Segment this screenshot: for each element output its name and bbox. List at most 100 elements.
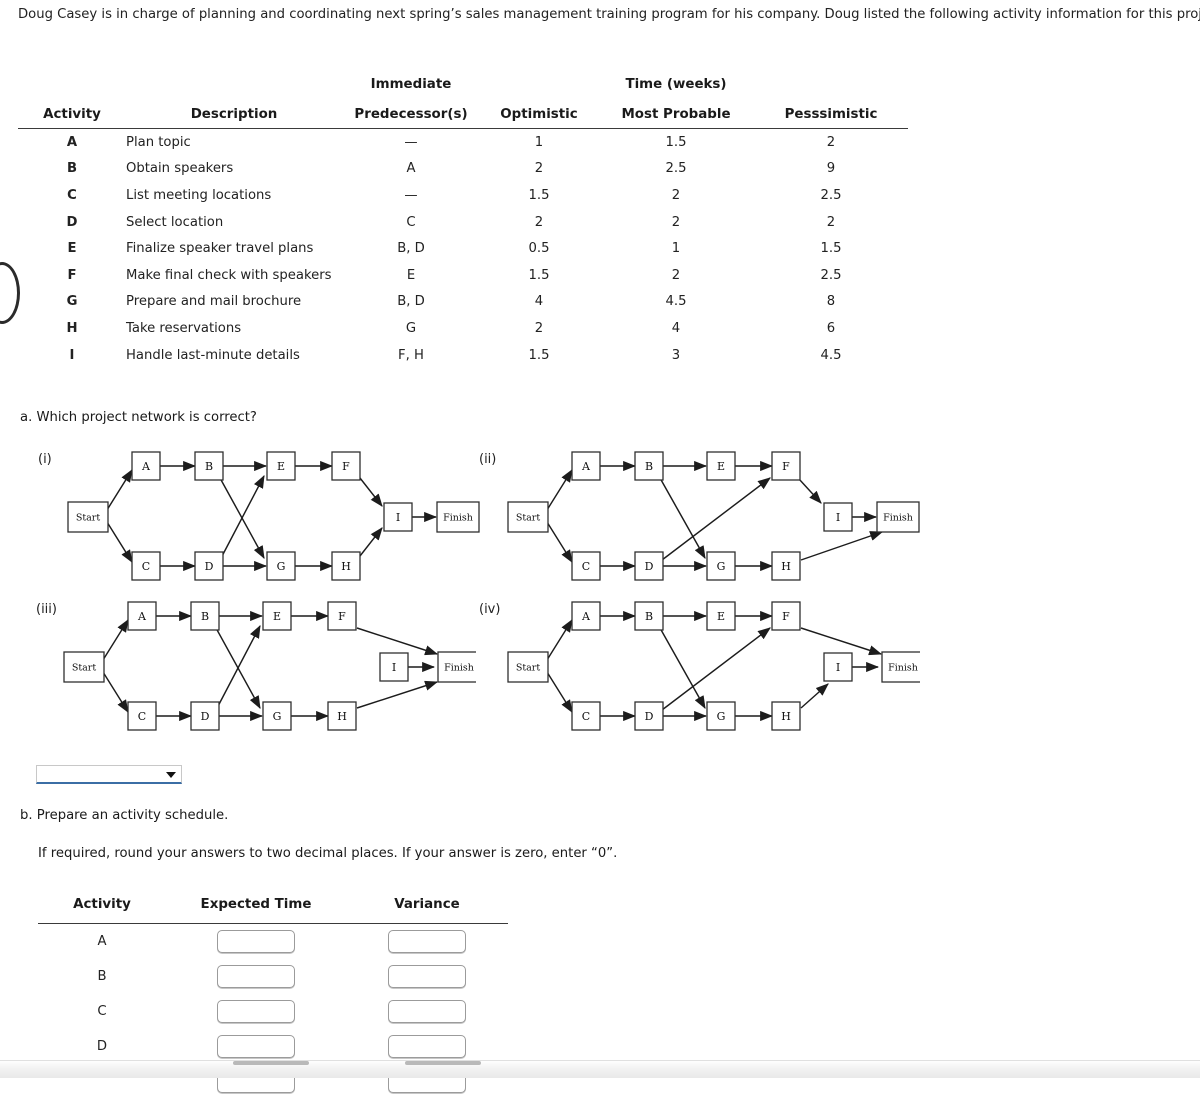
network-diagram-iii[interactable]: Start A B C D E F G H I Finish [56,598,476,746]
svg-text:E: E [277,460,285,473]
diagram-label-i: (i) [38,452,52,467]
cell-activity: C [38,994,166,1029]
cell-expected-time [166,1029,346,1064]
svg-text:H: H [781,710,791,723]
node-start: Start [508,652,548,682]
spacer-cell [18,66,126,92]
cell-description: Handle last-minute details [126,342,342,369]
edge-start-c [547,672,572,712]
network-diagram-i[interactable]: Start A B C D E F G H I Finish [60,448,480,596]
svg-text:E: E [717,460,725,473]
svg-text:G: G [717,560,726,573]
table-row: I Handle last-minute details F, H 1.5 3 … [18,342,908,369]
cell-description: Take reservations [126,315,342,342]
node-b: B [195,452,223,480]
svg-text:C: C [582,560,590,573]
cell-pessimistic: 2.5 [754,182,908,209]
cell-activity: C [18,182,126,209]
edge-d-f [662,478,770,560]
node-a: A [572,602,600,630]
node-c: C [572,702,600,730]
cell-most-probable: 2 [598,262,754,289]
question-b-note: If required, round your answers to two d… [38,846,617,861]
node-g: G [267,552,295,580]
expected-time-input[interactable] [217,965,295,988]
node-finish: Finish [437,502,479,532]
svg-text:Start: Start [76,513,101,524]
node-finish: Finish [877,502,919,532]
cell-activity: G [18,289,126,316]
svg-text:G: G [277,560,286,573]
chevron-down-icon[interactable] [166,772,176,778]
cell-predecessors: F, H [342,342,480,369]
node-a: A [132,452,160,480]
table-row: B [38,959,508,994]
cell-expected-time [166,924,346,960]
expected-time-input[interactable] [217,1000,295,1023]
node-start: Start [64,652,104,682]
edge-b-g [660,478,705,558]
cell-predecessors: — [342,129,480,156]
node-i: I [384,503,412,531]
network-answer-select[interactable] [36,765,182,784]
edge-d-f [662,628,770,710]
node-i: I [824,503,852,531]
node-c: C [132,552,160,580]
cell-activity: E [18,235,126,262]
node-e: E [707,602,735,630]
cell-variance [346,959,508,994]
table-row: A [38,924,508,960]
svg-text:I: I [396,511,400,524]
horizontal-scrollbar[interactable] [0,1060,1200,1078]
col-header-activity: Activity [38,896,166,921]
node-i: I [824,653,852,681]
node-f: F [772,452,800,480]
node-d: D [195,552,223,580]
cell-pessimistic: 9 [754,156,908,183]
cell-optimistic: 2 [480,156,598,183]
table-row: D Select location C 2 2 2 [18,209,908,236]
node-b: B [635,602,663,630]
cell-most-probable: 2 [598,209,754,236]
cell-predecessors: B, D [342,235,480,262]
col-header-expected-time: Expected Time [166,896,346,921]
col-header-optimistic: Optimistic [480,92,598,128]
cell-most-probable: 1.5 [598,129,754,156]
group-header-time: Time (weeks) [598,66,754,92]
svg-text:G: G [273,710,282,723]
expected-time-input[interactable] [217,1035,295,1058]
node-c: C [128,702,156,730]
edge-h-finish [801,532,882,560]
node-g: G [707,702,735,730]
edge-h-i [801,684,828,708]
variance-input[interactable] [388,965,466,988]
cell-pessimistic: 2 [754,129,908,156]
network-diagram-ii[interactable]: Start A B C D E F G H I Finish [500,448,920,596]
variance-input[interactable] [388,1035,466,1058]
svg-text:F: F [782,610,790,623]
cell-expected-time [166,994,346,1029]
table-row: F Make final check with speakers E 1.5 2… [18,262,908,289]
cell-pessimistic: 2 [754,209,908,236]
edge-start-c [107,522,132,562]
node-start: Start [508,502,548,532]
table-row: H Take reservations G 2 4 6 [18,315,908,342]
edge-start-c [547,522,572,562]
svg-text:I: I [836,661,840,674]
cell-pessimistic: 2.5 [754,262,908,289]
cell-optimistic: 0.5 [480,235,598,262]
col-header-most-probable: Most Probable [598,92,754,128]
cell-description: Select location [126,209,342,236]
expected-time-input[interactable] [217,930,295,953]
cell-optimistic: 2 [480,315,598,342]
svg-text:D: D [645,710,654,723]
svg-text:A: A [137,610,147,623]
cell-pessimistic: 6 [754,315,908,342]
node-c: C [572,552,600,580]
variance-input[interactable] [388,1000,466,1023]
node-b: B [635,452,663,480]
variance-input[interactable] [388,930,466,953]
network-diagram-iv[interactable]: Start A B C D E F G H I Finish [500,598,920,746]
diagram-label-iv: (iv) [479,602,500,617]
svg-text:B: B [645,460,653,473]
